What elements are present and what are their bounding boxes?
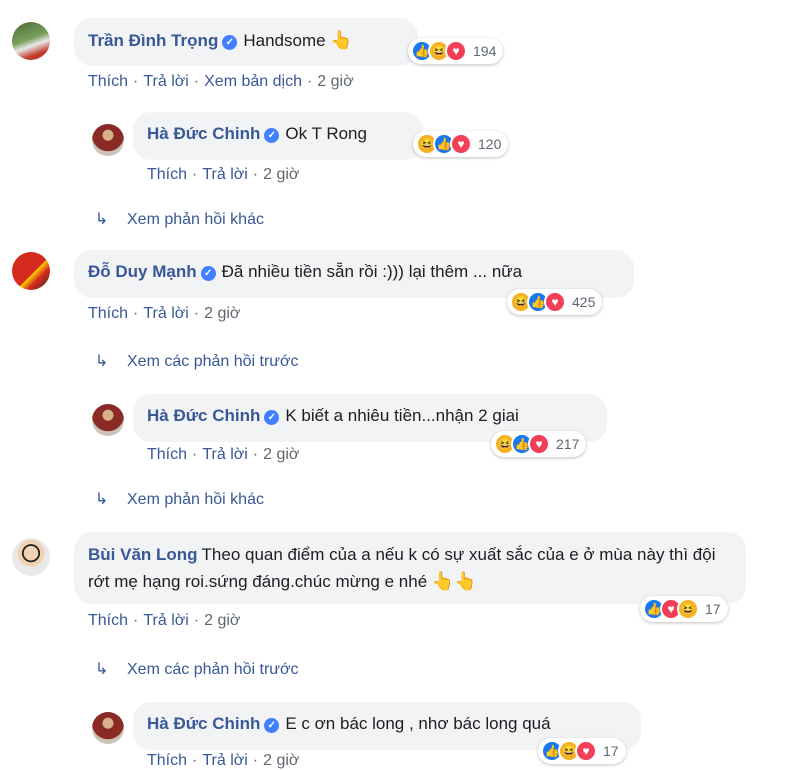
reply-link[interactable]: Trả lời — [143, 305, 188, 322]
comment-actions: Thích · Trả lời · 2 giờ — [88, 305, 241, 322]
reaction-count: 17 — [705, 601, 721, 617]
love-reaction-icon: ♥ — [544, 291, 566, 313]
reaction-count: 194 — [473, 43, 497, 59]
comment-text: Đã nhiều tiền sẵn rồi :))) lại thêm ... … — [221, 262, 523, 281]
reply-arrow-icon: ↳ — [95, 353, 109, 370]
reaction-summary[interactable]: 👍 😆 ♥ 17 — [538, 738, 626, 764]
comment-author[interactable]: Đỗ Duy Mạnh — [88, 262, 197, 281]
love-reaction-icon: ♥ — [450, 133, 472, 155]
view-more-replies-label: Xem phản hồi khác — [127, 211, 264, 228]
comment-author[interactable]: Bùi Văn Long — [88, 545, 198, 564]
avatar-do-duy-manh[interactable] — [12, 252, 50, 290]
reply-link[interactable]: Trả lời — [143, 73, 188, 90]
reply-bubble: Hà Đức Chinh ✓ Ok T Rong — [133, 112, 423, 160]
comment-author[interactable]: Trần Đình Trọng — [88, 31, 218, 50]
reply-actions: Thích · Trả lời · 2 giờ — [147, 166, 300, 183]
verified-badge-icon: ✓ — [222, 35, 238, 50]
avatar-ha-duc-chinh[interactable] — [92, 124, 124, 156]
timestamp[interactable]: 2 giờ — [263, 446, 299, 463]
reply-arrow-icon: ↳ — [95, 661, 109, 678]
reaction-summary[interactable]: 👍 ♥ 😆 17 — [640, 596, 728, 622]
pointing-up-emoji-icon: 👆👆 — [431, 571, 477, 591]
reply-author[interactable]: Hà Đức Chinh — [147, 714, 260, 733]
love-reaction-icon: ♥ — [528, 433, 550, 455]
like-link[interactable]: Thích — [88, 305, 128, 322]
comment-bubble: Trần Đình Trọng ✓ Handsome 👆 — [74, 18, 418, 66]
haha-reaction-icon: 😆 — [677, 598, 699, 620]
reply-author[interactable]: Hà Đức Chinh — [147, 406, 260, 425]
view-previous-replies-label: Xem các phản hồi trước — [127, 661, 299, 678]
like-link[interactable]: Thích — [88, 73, 128, 90]
timestamp[interactable]: 2 giờ — [317, 73, 353, 90]
reply-actions: Thích · Trả lời · 2 giờ — [147, 446, 300, 463]
avatar-ha-duc-chinh[interactable] — [92, 404, 124, 436]
reaction-count: 120 — [478, 136, 502, 152]
timestamp[interactable]: 2 giờ — [204, 612, 240, 629]
reply-arrow-icon: ↳ — [95, 491, 109, 508]
view-more-replies-link[interactable]: ↳ Xem phản hồi khác — [95, 209, 264, 229]
view-previous-replies-label: Xem các phản hồi trước — [127, 353, 299, 370]
reaction-count: 217 — [556, 436, 580, 452]
reaction-count: 17 — [603, 743, 619, 759]
verified-badge-icon: ✓ — [264, 410, 280, 425]
comment-text: Handsome — [243, 31, 326, 50]
reaction-summary[interactable]: 👍 😆 ♥ 194 — [408, 38, 504, 64]
like-link[interactable]: Thích — [147, 166, 187, 183]
reaction-count: 425 — [572, 294, 596, 310]
comment-bubble: Bùi Văn Long Theo quan điểm của a nếu k c… — [74, 532, 746, 604]
reply-link[interactable]: Trả lời — [202, 446, 247, 463]
reply-link[interactable]: Trả lời — [143, 612, 188, 629]
reply-text: Ok T Rong — [285, 124, 367, 143]
reply-link[interactable]: Trả lời — [202, 166, 247, 183]
like-link[interactable]: Thích — [147, 752, 187, 769]
comment-actions: Thích · Trả lời · 2 giờ — [88, 612, 241, 629]
view-more-replies-label: Xem phản hồi khác — [127, 491, 264, 508]
view-more-replies-link[interactable]: ↳ Xem phản hồi khác — [95, 489, 264, 509]
view-previous-replies-link[interactable]: ↳ Xem các phản hồi trước — [95, 351, 299, 371]
reaction-summary[interactable]: 😆 👍 ♥ 425 — [507, 289, 603, 315]
reply-author[interactable]: Hà Đức Chinh — [147, 124, 260, 143]
translate-link[interactable]: Xem bản dịch — [204, 73, 302, 90]
love-reaction-icon: ♥ — [575, 740, 597, 762]
timestamp[interactable]: 2 giờ — [263, 166, 299, 183]
verified-badge-icon: ✓ — [264, 718, 280, 733]
reply-link[interactable]: Trả lời — [202, 752, 247, 769]
like-link[interactable]: Thích — [88, 612, 128, 629]
verified-badge-icon: ✓ — [264, 128, 280, 143]
reaction-summary[interactable]: 😆 👍 ♥ 217 — [491, 431, 587, 457]
reply-text: K biết a nhiêu tiền...nhận 2 giai — [285, 406, 519, 425]
timestamp[interactable]: 2 giờ — [204, 305, 240, 322]
reply-actions: Thích · Trả lời · 2 giờ — [147, 752, 300, 769]
reaction-summary[interactable]: 😆 👍 ♥ 120 — [413, 131, 509, 157]
reply-text: E c ơn bác long , nhơ bác long quá — [285, 714, 551, 733]
avatar-bui-van-long[interactable] — [12, 538, 50, 576]
reply-arrow-icon: ↳ — [95, 211, 109, 228]
pointing-up-emoji-icon: 👆 — [330, 30, 353, 50]
avatar-ha-duc-chinh[interactable] — [92, 712, 124, 744]
timestamp[interactable]: 2 giờ — [263, 752, 299, 769]
comment-actions: Thích · Trả lời · Xem bản dịch · 2 giờ — [88, 73, 354, 90]
like-link[interactable]: Thích — [147, 446, 187, 463]
verified-badge-icon: ✓ — [200, 266, 216, 281]
view-previous-replies-link[interactable]: ↳ Xem các phản hồi trước — [95, 659, 299, 679]
avatar-tran-dinh-trong[interactable] — [12, 22, 50, 60]
love-reaction-icon: ♥ — [445, 40, 467, 62]
